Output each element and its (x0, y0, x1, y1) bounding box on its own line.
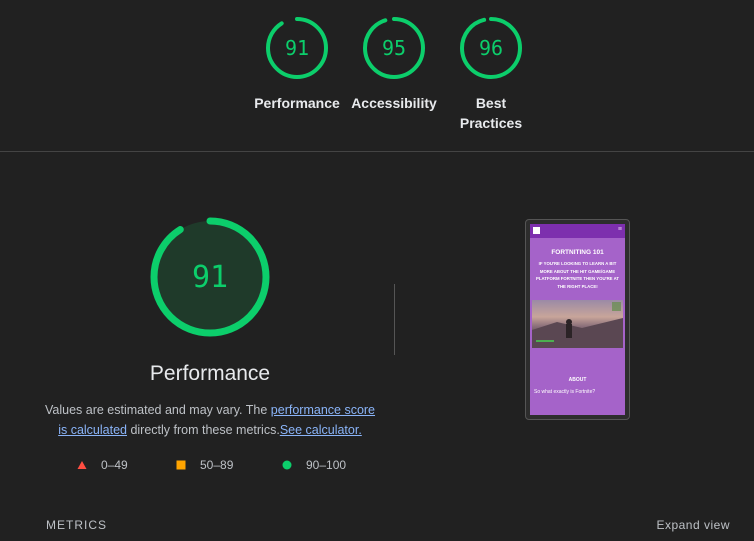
performance-gauge: 91 (266, 17, 328, 79)
legend-average: 50–89 (176, 458, 233, 472)
screenshot-screen: ≡ FORTNITING 101 IF YOU'RE LOOKING TO LE… (530, 224, 625, 415)
performance-label: Performance (254, 95, 340, 111)
summary-accessibility[interactable]: 95 Accessibility (339, 15, 449, 113)
final-screenshot-thumbnail[interactable]: ≡ FORTNITING 101 IF YOU'RE LOOKING TO LE… (525, 219, 630, 420)
expand-view-button[interactable]: Expand view (656, 518, 730, 532)
screenshot-title: FORTNITING 101 (551, 249, 604, 256)
main-performance-gauge: 91 (150, 217, 270, 337)
score-summary: 91 Performance 95 Accessibility 96 Best … (0, 0, 754, 151)
square-icon (176, 460, 186, 470)
summary-performance[interactable]: 91 Performance (242, 15, 352, 113)
triangle-icon (77, 461, 87, 469)
metrics-heading: METRICS (46, 518, 107, 532)
hamburger-menu-icon: ≡ (617, 226, 622, 233)
performance-title: Performance (149, 362, 271, 385)
best-practices-label-line2: Practices (459, 115, 523, 131)
note-mid: directly from these metrics. (126, 423, 280, 437)
legend-fail: 0–49 (77, 458, 128, 472)
see-calculator-link[interactable]: See calculator. (280, 423, 362, 437)
best-practices-label-line1: Best (475, 95, 507, 111)
accessibility-score: 95 (382, 36, 406, 60)
legend-pass: 90–100 (282, 458, 346, 472)
legend-average-range: 50–89 (200, 458, 234, 472)
note-prefix: Values are estimated and may vary. The (44, 403, 271, 417)
screenshot-subtitle: IF YOU'RE LOOKING TO LEARN A BIT MORE AB… (536, 261, 619, 289)
game-scene-graphic (532, 302, 623, 348)
vertical-separator (394, 284, 395, 355)
best-practices-score: 96 (479, 36, 503, 60)
accessibility-label: Accessibility (351, 95, 437, 111)
screenshot-about: ABOUT (568, 377, 587, 383)
screenshot-question: So what exactly is Fortnite? (534, 389, 596, 395)
summary-best-practices[interactable]: 96 Best Practices (436, 15, 546, 133)
best-practices-gauge: 96 (460, 17, 522, 79)
performance-score: 91 (285, 36, 309, 60)
section-divider (0, 151, 754, 152)
accessibility-gauge: 95 (363, 17, 425, 79)
screenshot-navbar: ≡ (530, 224, 625, 238)
site-logo-icon (533, 227, 540, 234)
legend-fail-range: 0–49 (101, 458, 128, 472)
main-performance-score: 91 (192, 260, 228, 295)
best-practices-label: Best Practices (436, 93, 546, 133)
circle-icon (282, 460, 292, 470)
score-note: Values are estimated and may vary. The p… (40, 400, 380, 440)
legend-pass-range: 90–100 (306, 458, 347, 472)
game-scene-image (532, 300, 623, 348)
